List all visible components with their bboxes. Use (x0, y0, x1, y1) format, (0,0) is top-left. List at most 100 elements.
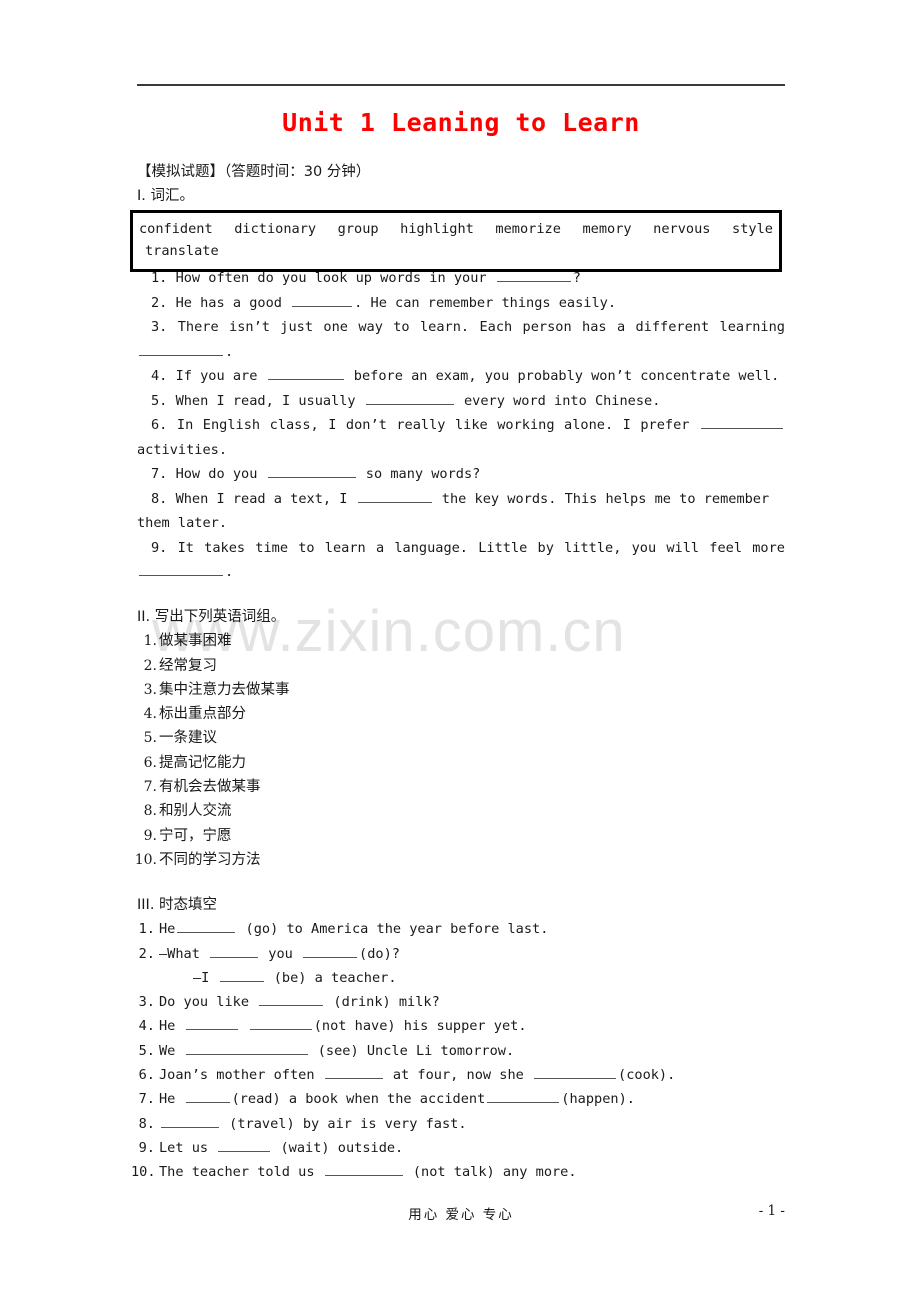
section-1-questions: 1. How often do you look up words in you… (137, 266, 785, 585)
section-1-question: 1. How often do you look up words in you… (151, 269, 581, 286)
section-2-item: 4. 标出重点部分 (137, 702, 785, 726)
item-number: 7. (143, 779, 157, 796)
meta-exam-info: 【模拟试题】（答题时间：30 分钟） (137, 164, 371, 180)
item-number: 1. (143, 633, 157, 650)
section-1-question: 4. If you are before an exam, you probab… (151, 367, 780, 384)
section-1-question: 7. How do you so many words? (151, 465, 481, 482)
section-2-item: 6. 提高记忆能力 (137, 751, 785, 775)
item-number: 9. (143, 827, 157, 844)
word-bank-word: memorize (495, 221, 561, 237)
word-bank-word: style (732, 221, 773, 237)
question-number: 10. (131, 1164, 156, 1181)
section-2-item: 7. 有机会去做某事 (137, 775, 785, 799)
section-2-item: 5. 一条建议 (137, 726, 785, 750)
item-number: 5. (143, 730, 157, 747)
answer-blank[interactable] (259, 993, 324, 1007)
item-text: 宁可，宁愿 (159, 827, 232, 844)
question-number: 1. (138, 921, 155, 938)
question-number: 9. (138, 1139, 155, 1156)
item-text: 标出重点部分 (159, 706, 246, 723)
section-2-item: 1. 做某事困难 (137, 629, 785, 653)
section-1-question: 2. He has a good . He can remember thing… (151, 293, 617, 311)
answer-blank[interactable] (218, 1138, 271, 1152)
section-1-question: 6. In English class, I don’t really like… (137, 413, 785, 462)
answer-blank[interactable] (324, 1066, 383, 1080)
section-1-question: 9. It takes time to learn a language. Li… (137, 536, 785, 585)
section-3-question: 4. He (not have) his supper yet. (137, 1014, 785, 1038)
answer-blank[interactable] (267, 367, 344, 380)
answer-blank[interactable] (185, 1041, 308, 1055)
item-number: 6. (143, 754, 157, 771)
section-2-list: 1. 做某事困难 2. 经常复习 3. 集中注意力去做某事 4. 标出重点部分 5. 一条建议 6.… (135, 629, 785, 872)
question-number: 5. (138, 1042, 155, 1059)
item-text: 不同的学习方法 (159, 851, 261, 868)
answer-blank[interactable] (701, 416, 783, 429)
answer-blank[interactable] (177, 920, 236, 934)
answer-blank[interactable] (267, 465, 356, 478)
section-3-list: 1. He (go) to America the year before las… (131, 917, 785, 1184)
answer-blank[interactable] (357, 489, 432, 503)
word-bank-word: group (337, 221, 379, 237)
question-number: 8. (138, 1115, 155, 1132)
section-3-question: 2. —What you (do)? (137, 942, 785, 966)
answer-blank[interactable] (292, 293, 353, 307)
answer-blank[interactable] (139, 342, 223, 356)
section-3: III. 时态填空 1. He (go) to America the year … (131, 893, 785, 1185)
answer-blank[interactable] (534, 1066, 617, 1080)
item-number: 4. (143, 706, 157, 723)
answer-blank[interactable] (219, 968, 264, 982)
item-text: 一条建议 (159, 730, 217, 747)
answer-blank[interactable] (139, 563, 223, 576)
answer-blank[interactable] (324, 1163, 403, 1177)
question-number: 4. (138, 1018, 155, 1035)
question-number: 9. (151, 539, 178, 556)
answer-blank[interactable] (303, 944, 358, 958)
answer-blank[interactable] (496, 269, 571, 282)
page-number: - 1 - (758, 1203, 785, 1219)
header-rule (137, 84, 785, 86)
word-bank-word: dictionary (234, 221, 317, 237)
section-2-heading: II. 写出下列英语词组。 (137, 609, 286, 625)
section-3-question: 5. We (see) Uncle Li tomorrow. (137, 1039, 785, 1063)
page-title: Unit 1 Leaning to Learn (282, 108, 640, 137)
section-3-question: 8. (travel) by air is very fast. (137, 1112, 785, 1136)
answer-blank[interactable] (249, 1017, 312, 1031)
question-number: 7. (151, 466, 176, 482)
section-2-item: 8. 和别人交流 (137, 799, 785, 823)
answer-blank[interactable] (185, 1017, 238, 1031)
word-bank-box: confident dictionary group highlight memoriz… (130, 210, 782, 272)
item-text: 集中注意力去做某事 (159, 681, 290, 698)
section-3-question: 7. He (read) a book when the accident (hap… (137, 1087, 785, 1111)
question-number: 6. (151, 417, 177, 433)
section-3-question: 10. The teacher told us (not talk) any mo… (131, 1160, 785, 1184)
item-text: 提高记忆能力 (159, 754, 246, 771)
answer-blank[interactable] (210, 944, 259, 958)
question-number: 2. (138, 945, 155, 962)
word-bank-word: nervous (653, 221, 711, 237)
section-1-question: 3. There isn’t just one way to learn. Ea… (137, 315, 785, 364)
section-3-question: 6. Joan’s mother often at four, now she (… (137, 1063, 785, 1087)
answer-blank[interactable] (487, 1090, 560, 1104)
item-number: 3. (143, 681, 157, 698)
word-bank-word: memory (582, 221, 632, 237)
exam-meta: 【模拟试题】（答题时间：30 分钟） I. 词汇。 (137, 160, 785, 208)
answer-blank[interactable] (365, 391, 454, 405)
section-2-item: 10. 不同的学习方法 (135, 848, 785, 872)
section-3-heading: III. 时态填空 (137, 897, 218, 913)
section-1-question: 5. When I read, I usually every word int… (151, 391, 661, 409)
section-2-item: 3. 集中注意力去做某事 (137, 678, 785, 702)
item-number: 8. (143, 803, 157, 820)
question-number: 6. (138, 1067, 155, 1084)
word-bank-word: confident (139, 221, 213, 237)
section-2-item: 2. 经常复习 (137, 654, 785, 678)
item-number: 10. (134, 851, 157, 868)
answer-blank[interactable] (185, 1090, 230, 1104)
item-text: 经常复习 (159, 657, 217, 674)
item-text: 做某事困难 (159, 633, 232, 650)
question-number: 3. (138, 994, 155, 1011)
section-3-question: 3. Do you like (drink) milk? (137, 990, 785, 1014)
section-2: II. 写出下列英语词组。 1. 做某事困难 2. 经常复习 3. 集中注意力去做某事 4.… (135, 605, 785, 872)
footer-slogan: 用心 爱心 专心 (408, 1207, 514, 1223)
section-2-item: 9. 宁可，宁愿 (137, 824, 785, 848)
answer-blank[interactable] (161, 1114, 219, 1128)
